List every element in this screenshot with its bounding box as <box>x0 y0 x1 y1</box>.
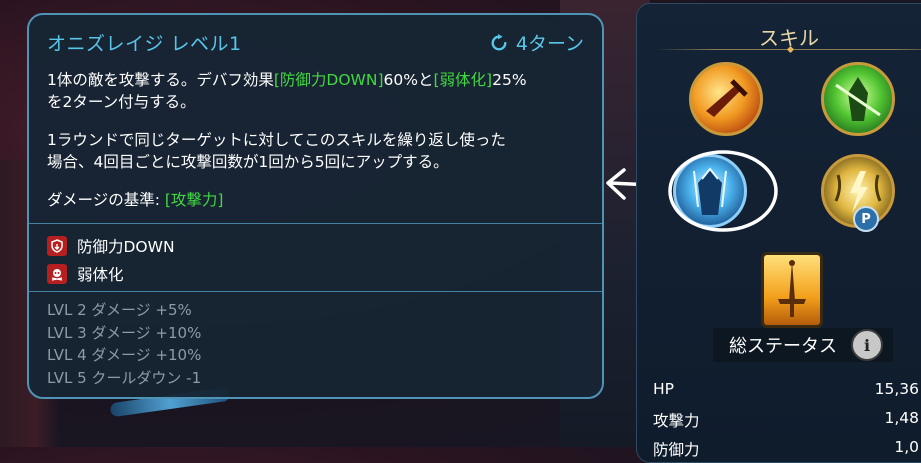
damage-basis-value[interactable]: [攻撃力] <box>165 191 224 209</box>
effect-label: 弱体化 <box>77 266 124 284</box>
debuff-weaken-link[interactable]: [弱体化] <box>433 71 492 89</box>
effect-label: 防御力DOWN <box>77 238 175 256</box>
total-stats-header: 総ステータス i <box>713 328 893 362</box>
desc-text: 25% <box>492 71 527 89</box>
skill-description: 1体の敵を攻撃する。デバフ効果[防御力DOWN]60%と[弱体化]25% を2タ… <box>47 69 586 211</box>
info-icon[interactable]: i <box>851 329 883 361</box>
damage-basis: ダメージの基準: [攻撃力] <box>47 189 586 211</box>
cooldown: 4ターン <box>490 29 584 56</box>
effect-list: 防御力DOWN 弱体化 <box>47 232 175 288</box>
stat-label: 攻撃力 <box>653 412 700 430</box>
level-upgrades: LVL 2 ダメージ +5% LVL 3 ダメージ +10% LVL 4 ダメー… <box>47 299 201 389</box>
effect-row-weaken[interactable]: 弱体化 <box>47 260 175 288</box>
cooldown-label: 4ターン <box>515 33 584 55</box>
stat-row-defense: 防御力 1,0 <box>653 438 921 460</box>
skill-tooltip: オニズレイジ レベル1 4ターン 1体の敵を攻撃する。デバフ効果[防御力DOWN… <box>27 13 604 399</box>
skill-1-sword-slash-button[interactable] <box>689 62 763 136</box>
skill-title: オニズレイジ レベル1 <box>47 33 242 55</box>
shield-down-icon <box>47 236 67 256</box>
green-warrior-icon <box>835 77 881 121</box>
stat-value: 15,36 <box>874 380 919 398</box>
skull-weaken-icon <box>47 264 67 284</box>
description-line-2: を2ターン付与する。 <box>47 93 196 111</box>
damage-basis-label: ダメージの基準: <box>47 191 165 209</box>
description-line-4: 場合、4回目ごとに攻撃回数が1回から5回にアップする。 <box>47 153 449 171</box>
panel-title: スキル <box>759 26 819 50</box>
effect-row-defense-down[interactable]: 防御力DOWN <box>47 232 175 260</box>
cooldown-icon <box>491 33 507 50</box>
stat-value: 1,0 <box>894 438 919 456</box>
skill-2-green-warrior-button[interactable] <box>821 62 895 136</box>
divider <box>29 291 602 292</box>
desc-text: 60%と <box>383 71 434 89</box>
description-line-3: 1ラウンドで同じターゲットに対してこのスキルを繰り返し使った <box>47 131 506 149</box>
level-upgrade-item: LVL 5 クールダウン -1 <box>47 368 202 387</box>
stat-row-attack: 攻撃力 1,48 <box>653 409 921 431</box>
highlight-ring <box>668 150 778 232</box>
desc-text: 1体の敵を攻撃する。デバフ効果 <box>47 71 274 89</box>
debuff-defense-down-link[interactable]: [防御力DOWN] <box>274 71 384 89</box>
level-upgrade-item: LVL 4 ダメージ +10% <box>47 346 202 364</box>
stat-label: 防御力 <box>653 441 700 459</box>
skills-panel: スキル P 総ステータス i HP 15,36 攻撃力 1,48 防御力 1,0 <box>636 3 921 463</box>
tooltip-header: オニズレイジ レベル1 4ターン <box>47 29 584 55</box>
sword-mastery-icon[interactable] <box>761 252 823 328</box>
stat-row-hp: HP 15,36 <box>653 380 921 398</box>
passive-badge: P <box>853 206 879 232</box>
sword-slash-icon <box>706 79 748 117</box>
stat-label: HP <box>653 380 675 398</box>
level-upgrade-item: LVL 3 ダメージ +10% <box>47 323 202 342</box>
description-line-1: 1体の敵を攻撃する。デバフ効果[防御力DOWN]60%と[弱体化]25% <box>47 69 586 91</box>
divider <box>29 223 602 224</box>
total-stats-title: 総ステータス <box>729 336 837 357</box>
stat-value: 1,48 <box>884 409 919 427</box>
level-upgrade-item: LVL 2 ダメージ +5% <box>47 301 192 319</box>
